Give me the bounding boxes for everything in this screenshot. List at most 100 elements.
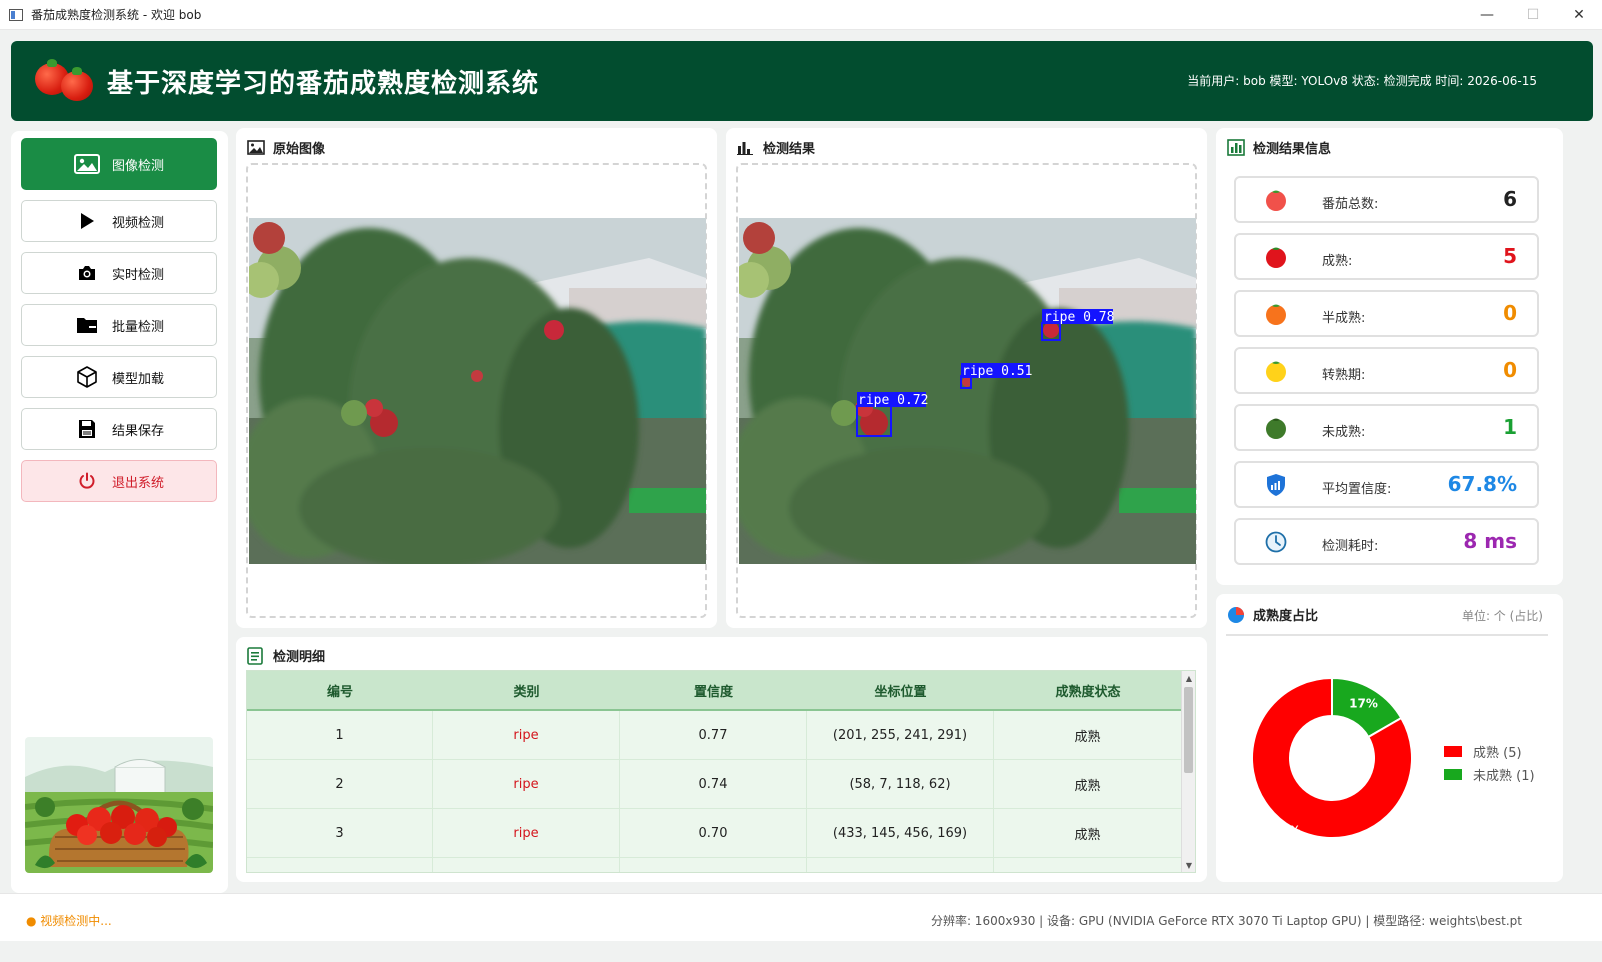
batch-detect-button[interactable]: 批量检测: [21, 304, 217, 346]
ripeness-ratio-title: 成熟度占比: [1227, 605, 1318, 624]
tomato-orange-icon: [1264, 302, 1288, 326]
pie-unit-label: 单位: 个 (占比): [1461, 609, 1543, 623]
stat-label: 番茄总数:: [1322, 197, 1379, 212]
scroll-thumb[interactable]: [1184, 687, 1193, 773]
nav-label: 模型加载: [112, 371, 165, 387]
detection-result-title: 检测结果: [737, 138, 815, 157]
header-status-info: 当前用户: bob 模型: YOLOv8 状态: 检测完成 时间: 2026-0…: [1187, 74, 1537, 88]
stat-value: 6: [1503, 187, 1517, 211]
tomato-logo-icon: [35, 59, 97, 103]
column-header[interactable]: 置信度: [620, 671, 807, 709]
table-cell: (58, 7, 118, 62): [807, 760, 994, 808]
column-header[interactable]: 类别: [433, 671, 620, 709]
stat-confidence-card: 平均置信度: 67.8%: [1234, 461, 1539, 508]
detection-info-title: 检测结果信息: [1227, 138, 1331, 157]
stat-label: 未成熟:: [1322, 425, 1366, 440]
column-header[interactable]: 编号: [247, 671, 433, 709]
nav-label: 视频检测: [112, 215, 165, 231]
stat-value: 8 ms: [1463, 529, 1517, 553]
power-icon: [74, 471, 100, 491]
stat-label: 转熟期:: [1322, 368, 1366, 383]
original-image-title: 原始图像: [247, 138, 325, 157]
model-load-button[interactable]: 模型加载: [21, 356, 217, 398]
stat-ripe-card: 成熟: 5: [1234, 233, 1539, 280]
stat-total-card: 番茄总数: 6: [1234, 176, 1539, 223]
exit-system-button[interactable]: 退出系统: [21, 460, 217, 502]
table-cell: 2: [247, 760, 433, 808]
camera-icon: [74, 263, 100, 283]
nav-label: 实时检测: [112, 267, 165, 283]
folder-icon: [74, 315, 100, 335]
stat-value: 0: [1503, 358, 1517, 382]
table-row-partial[interactable]: [247, 858, 1182, 872]
video-detect-button[interactable]: 视频检测: [21, 200, 217, 242]
save-result-button[interactable]: 结果保存: [21, 408, 217, 450]
table-cell: 0.70: [620, 809, 807, 857]
image-icon: [74, 154, 100, 174]
table-cell: (433, 145, 456, 169): [807, 809, 994, 857]
detection-label-3: ripe 0.72: [858, 393, 928, 408]
detection-info-panel: 检测结果信息 番茄总数: 6 成熟: 5 半成熟: 0 转熟期: 0 未成熟: …: [1216, 128, 1563, 585]
table-cell: (201, 255, 241, 291): [807, 711, 994, 759]
ripeness-donut-chart: 17% 83%: [1251, 676, 1413, 839]
stat-value: 67.8%: [1447, 472, 1517, 496]
table-cell: 0.74: [620, 760, 807, 808]
realtime-detect-button[interactable]: 实时检测: [21, 252, 217, 294]
tomato-red-icon: [1264, 188, 1288, 212]
status-bar: ● 视频检测中... 分辨率: 1600x930 | 设备: GPU (NVID…: [0, 893, 1602, 941]
legend-swatch-unripe: [1444, 769, 1462, 780]
nav-label: 图像检测: [112, 158, 165, 174]
info-title-text: 检测结果信息: [1253, 142, 1332, 157]
stat-value: 5: [1503, 244, 1517, 268]
app-header: 基于深度学习的番茄成熟度检测系统 当前用户: bob 模型: YOLOv8 状态…: [11, 41, 1593, 121]
detail-title-text: 检测明细: [273, 650, 326, 665]
table-row[interactable]: 1 ripe 0.77 (201, 255, 241, 291) 成熟: [247, 711, 1182, 760]
minimize-button[interactable]: —: [1464, 0, 1510, 30]
pie-legend: 成熟 (5) 未成熟 (1): [1444, 740, 1535, 786]
table-cell: 1: [247, 711, 433, 759]
pie-header-divider: [1226, 634, 1548, 636]
result-title-text: 检测结果: [763, 142, 816, 157]
table-row[interactable]: 2 ripe 0.74 (58, 7, 118, 62) 成熟: [247, 760, 1182, 809]
column-header[interactable]: 成熟度状态: [994, 671, 1182, 709]
scroll-down-arrow[interactable]: ▼: [1182, 858, 1195, 872]
window-title: 番茄成熟度检测系统 - 欢迎 bob: [31, 8, 202, 22]
table-row[interactable]: 3 ripe 0.70 (433, 145, 456, 169) 成熟: [247, 809, 1182, 858]
pie-chart-icon: [1227, 606, 1245, 623]
original-title-text: 原始图像: [273, 142, 326, 157]
window-controls: — ☐ ✕: [1464, 0, 1602, 30]
tomato-basket-illustration: [25, 737, 213, 873]
detection-label-2: ripe 0.51: [962, 364, 1032, 379]
table-cell: ripe: [433, 809, 620, 857]
stat-label: 检测耗时:: [1322, 539, 1379, 554]
maximize-button[interactable]: ☐: [1510, 0, 1556, 30]
stat-label: 平均置信度:: [1322, 482, 1392, 497]
picture-icon: [247, 140, 265, 156]
stat-unripe-card: 未成熟: 1: [1234, 404, 1539, 451]
stat-value: 0: [1503, 301, 1517, 325]
legend-item-unripe: 未成熟 (1): [1444, 763, 1535, 786]
table-cell: ripe: [433, 711, 620, 759]
pie-title-text: 成熟度占比: [1253, 609, 1319, 624]
close-button[interactable]: ✕: [1556, 0, 1602, 30]
image-detect-button[interactable]: 图像检测: [21, 138, 217, 190]
table-cell: 成熟: [994, 809, 1182, 857]
system-info: 分辨率: 1600x930 | 设备: GPU (NVIDIA GeForce …: [930, 914, 1522, 928]
stats-icon: [1227, 139, 1245, 156]
tomato-ripe-icon: [1264, 245, 1288, 269]
original-image-panel: 原始图像: [236, 128, 717, 628]
nav-label: 退出系统: [112, 475, 165, 491]
nav-label: 结果保存: [112, 423, 165, 439]
stat-value: 1: [1503, 415, 1517, 439]
legend-label: 成熟 (5): [1473, 746, 1522, 761]
clock-icon: [1264, 530, 1288, 554]
nav-label: 批量检测: [112, 319, 165, 335]
tomato-green-icon: [1264, 416, 1288, 440]
column-header[interactable]: 坐标位置: [807, 671, 994, 709]
pie-percent-label: 83%: [1272, 824, 1301, 838]
list-icon: [247, 646, 265, 665]
scroll-up-arrow[interactable]: ▲: [1182, 671, 1195, 685]
app-title: 基于深度学习的番茄成熟度检测系统: [107, 68, 540, 99]
table-scrollbar[interactable]: ▲ ▼: [1181, 671, 1195, 872]
legend-item-ripe: 成熟 (5): [1444, 740, 1535, 763]
